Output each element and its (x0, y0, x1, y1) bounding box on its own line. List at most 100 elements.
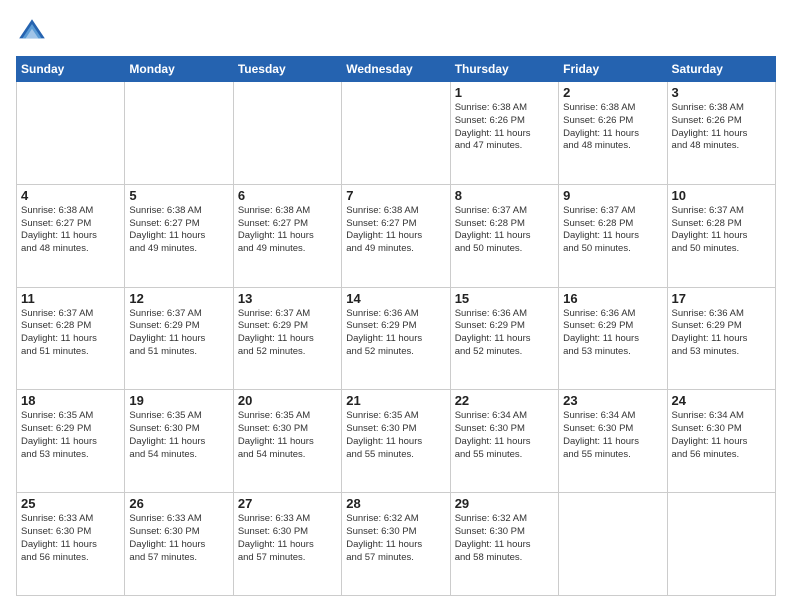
day-info: Sunrise: 6:38 AM Sunset: 6:26 PM Dayligh… (672, 102, 771, 153)
calendar-cell: 16 Sunrise: 6:36 AM Sunset: 6:29 PM Dayli… (559, 287, 667, 390)
day-number: 22 (455, 393, 554, 408)
calendar-cell: 8 Sunrise: 6:37 AM Sunset: 6:28 PM Daylig… (450, 184, 558, 287)
day-number: 10 (672, 188, 771, 203)
day-number: 16 (563, 291, 662, 306)
day-number: 21 (346, 393, 445, 408)
logo-icon (16, 16, 48, 48)
day-number: 15 (455, 291, 554, 306)
day-info: Sunrise: 6:32 AM Sunset: 6:30 PM Dayligh… (455, 513, 554, 564)
calendar-table: SundayMondayTuesdayWednesdayThursdayFrid… (16, 56, 776, 596)
day-info: Sunrise: 6:33 AM Sunset: 6:30 PM Dayligh… (238, 513, 337, 564)
day-info: Sunrise: 6:36 AM Sunset: 6:29 PM Dayligh… (346, 308, 445, 359)
calendar-cell: 17Sunrise: 6:36 AM Sunset: 6:29 PM Dayli… (667, 287, 775, 390)
day-info: Sunrise: 6:33 AM Sunset: 6:30 PM Dayligh… (21, 513, 120, 564)
calendar-cell: 13 Sunrise: 6:37 AM Sunset: 6:29 PM Dayli… (233, 287, 341, 390)
day-number: 29 (455, 496, 554, 511)
day-info: Sunrise: 6:37 AM Sunset: 6:29 PM Dayligh… (129, 308, 228, 359)
col-header-saturday: Saturday (667, 57, 775, 82)
day-number: 12 (129, 291, 228, 306)
calendar-cell: 27 Sunrise: 6:33 AM Sunset: 6:30 PM Dayli… (233, 493, 341, 596)
day-info: Sunrise: 6:38 AM Sunset: 6:27 PM Dayligh… (238, 205, 337, 256)
calendar-cell: 22 Sunrise: 6:34 AM Sunset: 6:30 PM Dayli… (450, 390, 558, 493)
calendar-cell: 25 Sunrise: 6:33 AM Sunset: 6:30 PM Dayli… (17, 493, 125, 596)
calendar-cell: 29 Sunrise: 6:32 AM Sunset: 6:30 PM Dayli… (450, 493, 558, 596)
day-number: 26 (129, 496, 228, 511)
day-info: Sunrise: 6:37 AM Sunset: 6:28 PM Dayligh… (21, 308, 120, 359)
day-info: Sunrise: 6:37 AM Sunset: 6:28 PM Dayligh… (563, 205, 662, 256)
day-number: 18 (21, 393, 120, 408)
day-number: 4 (21, 188, 120, 203)
day-number: 27 (238, 496, 337, 511)
day-number: 11 (21, 291, 120, 306)
day-number: 23 (563, 393, 662, 408)
calendar-cell: 18 Sunrise: 6:35 AM Sunset: 6:29 PM Dayli… (17, 390, 125, 493)
day-info: Sunrise: 6:34 AM Sunset: 6:30 PM Dayligh… (563, 410, 662, 461)
calendar-cell: 5 Sunrise: 6:38 AM Sunset: 6:27 PM Daylig… (125, 184, 233, 287)
day-info: Sunrise: 6:36 AM Sunset: 6:29 PM Dayligh… (563, 308, 662, 359)
calendar-cell: 14 Sunrise: 6:36 AM Sunset: 6:29 PM Dayli… (342, 287, 450, 390)
day-number: 3 (672, 85, 771, 100)
day-info: Sunrise: 6:32 AM Sunset: 6:30 PM Dayligh… (346, 513, 445, 564)
day-info: Sunrise: 6:37 AM Sunset: 6:29 PM Dayligh… (238, 308, 337, 359)
day-info: Sunrise: 6:38 AM Sunset: 6:26 PM Dayligh… (563, 102, 662, 153)
calendar-cell: 23 Sunrise: 6:34 AM Sunset: 6:30 PM Dayli… (559, 390, 667, 493)
calendar-cell: 20 Sunrise: 6:35 AM Sunset: 6:30 PM Dayli… (233, 390, 341, 493)
day-info: Sunrise: 6:34 AM Sunset: 6:30 PM Dayligh… (672, 410, 771, 461)
day-number: 24 (672, 393, 771, 408)
day-number: 9 (563, 188, 662, 203)
day-number: 1 (455, 85, 554, 100)
day-number: 19 (129, 393, 228, 408)
day-number: 13 (238, 291, 337, 306)
calendar-cell: 11 Sunrise: 6:37 AM Sunset: 6:28 PM Dayli… (17, 287, 125, 390)
day-info: Sunrise: 6:37 AM Sunset: 6:28 PM Dayligh… (672, 205, 771, 256)
day-info: Sunrise: 6:35 AM Sunset: 6:30 PM Dayligh… (346, 410, 445, 461)
calendar-cell: 6 Sunrise: 6:38 AM Sunset: 6:27 PM Daylig… (233, 184, 341, 287)
calendar-cell: 7 Sunrise: 6:38 AM Sunset: 6:27 PM Daylig… (342, 184, 450, 287)
day-number: 17 (672, 291, 771, 306)
day-number: 8 (455, 188, 554, 203)
day-info: Sunrise: 6:33 AM Sunset: 6:30 PM Dayligh… (129, 513, 228, 564)
calendar-cell: 3 Sunrise: 6:38 AM Sunset: 6:26 PM Daylig… (667, 82, 775, 185)
day-info: Sunrise: 6:38 AM Sunset: 6:27 PM Dayligh… (21, 205, 120, 256)
calendar-cell (667, 493, 775, 596)
day-info: Sunrise: 6:38 AM Sunset: 6:27 PM Dayligh… (129, 205, 228, 256)
day-number: 20 (238, 393, 337, 408)
day-info: Sunrise: 6:35 AM Sunset: 6:30 PM Dayligh… (238, 410, 337, 461)
col-header-tuesday: Tuesday (233, 57, 341, 82)
day-number: 25 (21, 496, 120, 511)
calendar-cell (559, 493, 667, 596)
calendar-cell: 28 Sunrise: 6:32 AM Sunset: 6:30 PM Dayli… (342, 493, 450, 596)
calendar-cell (342, 82, 450, 185)
day-info: Sunrise: 6:34 AM Sunset: 6:30 PM Dayligh… (455, 410, 554, 461)
calendar-week-4: 18 Sunrise: 6:35 AM Sunset: 6:29 PM Dayli… (17, 390, 776, 493)
calendar-cell (233, 82, 341, 185)
day-info: Sunrise: 6:35 AM Sunset: 6:29 PM Dayligh… (21, 410, 120, 461)
calendar-cell: 12 Sunrise: 6:37 AM Sunset: 6:29 PM Dayli… (125, 287, 233, 390)
calendar-cell: 10 Sunrise: 6:37 AM Sunset: 6:28 PM Dayli… (667, 184, 775, 287)
calendar-week-1: 1 Sunrise: 6:38 AM Sunset: 6:26 PM Daylig… (17, 82, 776, 185)
calendar-cell: 9 Sunrise: 6:37 AM Sunset: 6:28 PM Daylig… (559, 184, 667, 287)
col-header-thursday: Thursday (450, 57, 558, 82)
day-number: 6 (238, 188, 337, 203)
calendar-cell: 2 Sunrise: 6:38 AM Sunset: 6:26 PM Daylig… (559, 82, 667, 185)
day-number: 2 (563, 85, 662, 100)
calendar-cell: 15Sunrise: 6:36 AM Sunset: 6:29 PM Dayli… (450, 287, 558, 390)
calendar-cell: 4 Sunrise: 6:38 AM Sunset: 6:27 PM Daylig… (17, 184, 125, 287)
calendar-cell (17, 82, 125, 185)
calendar-header-row: SundayMondayTuesdayWednesdayThursdayFrid… (17, 57, 776, 82)
day-info: Sunrise: 6:38 AM Sunset: 6:27 PM Dayligh… (346, 205, 445, 256)
calendar-cell: 21 Sunrise: 6:35 AM Sunset: 6:30 PM Dayli… (342, 390, 450, 493)
day-info: Sunrise: 6:38 AM Sunset: 6:26 PM Dayligh… (455, 102, 554, 153)
page: SundayMondayTuesdayWednesdayThursdayFrid… (0, 0, 792, 612)
day-number: 5 (129, 188, 228, 203)
calendar-cell: 26 Sunrise: 6:33 AM Sunset: 6:30 PM Dayli… (125, 493, 233, 596)
calendar-cell: 24 Sunrise: 6:34 AM Sunset: 6:30 PM Dayli… (667, 390, 775, 493)
calendar-week-5: 25 Sunrise: 6:33 AM Sunset: 6:30 PM Dayli… (17, 493, 776, 596)
day-number: 14 (346, 291, 445, 306)
header (16, 16, 776, 48)
calendar-week-2: 4 Sunrise: 6:38 AM Sunset: 6:27 PM Daylig… (17, 184, 776, 287)
day-info: Sunrise: 6:37 AM Sunset: 6:28 PM Dayligh… (455, 205, 554, 256)
day-number: 28 (346, 496, 445, 511)
day-number: 7 (346, 188, 445, 203)
calendar-cell (125, 82, 233, 185)
